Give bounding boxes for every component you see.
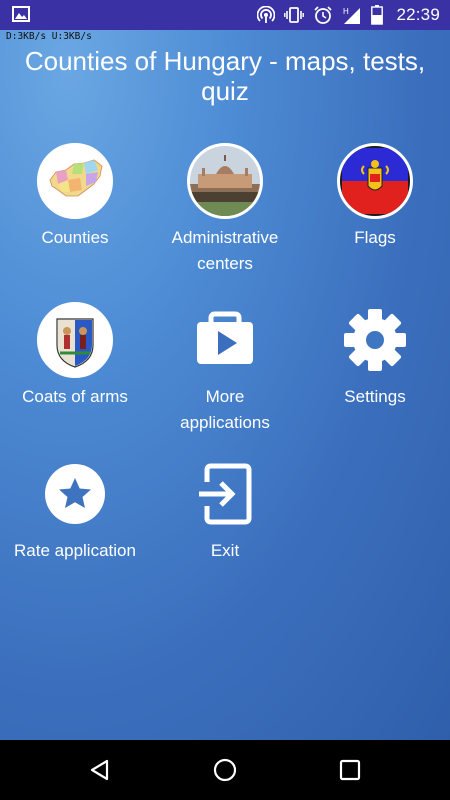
gear-icon xyxy=(337,302,413,378)
recents-icon[interactable] xyxy=(338,758,362,782)
hotspot-icon xyxy=(257,6,276,23)
signal-h-icon: H xyxy=(343,7,361,24)
menu-item-counties[interactable]: Counties xyxy=(10,143,140,251)
menu-item-label: Settings xyxy=(344,387,406,406)
menu-item-label: Rate application xyxy=(14,541,136,560)
svg-text:H: H xyxy=(343,7,349,16)
county-flag-icon xyxy=(337,143,413,219)
main-screen: D:3KB/s U:3KB/s Counties of Hungary - ma… xyxy=(0,30,450,740)
menu-item-label: Administrative centers xyxy=(171,228,279,273)
menu-item-rate-application[interactable]: Rate application xyxy=(10,456,140,564)
parliament-photo-icon xyxy=(187,143,263,219)
play-store-bag-icon xyxy=(187,302,263,378)
menu-item-label: Coats of arms xyxy=(22,387,128,406)
menu-item-more-applications[interactable]: More applications xyxy=(160,302,290,436)
menu-item-administrative-centers[interactable]: Administrative centers xyxy=(160,143,290,277)
menu-item-exit[interactable]: Exit xyxy=(160,456,290,564)
alarm-icon xyxy=(314,6,333,24)
star-icon xyxy=(37,456,113,532)
home-icon[interactable] xyxy=(213,758,237,782)
menu-item-label: More applications xyxy=(180,387,270,432)
exit-icon xyxy=(187,456,263,532)
hungary-map-icon xyxy=(37,143,113,219)
page-title: Counties of Hungary - maps, tests, quiz xyxy=(24,46,426,106)
menu-item-flags[interactable]: Flags xyxy=(310,143,440,251)
menu-item-settings[interactable]: Settings xyxy=(310,302,440,410)
menu-item-label: Flags xyxy=(354,228,396,247)
menu-item-label: Counties xyxy=(41,228,109,247)
status-bar: H 22:39 xyxy=(0,0,450,30)
battery-icon xyxy=(371,5,384,25)
image-icon xyxy=(12,6,30,22)
menu-item-coats-of-arms[interactable]: Coats of arms xyxy=(10,302,140,410)
coat-of-arms-icon xyxy=(37,302,113,378)
clock: 22:39 xyxy=(396,5,440,24)
navigation-bar xyxy=(0,740,450,800)
network-speed-indicator: D:3KB/s U:3KB/s xyxy=(6,31,92,42)
vibrate-icon xyxy=(284,7,305,23)
back-icon[interactable] xyxy=(88,758,112,782)
menu-item-label: Exit xyxy=(210,541,240,560)
